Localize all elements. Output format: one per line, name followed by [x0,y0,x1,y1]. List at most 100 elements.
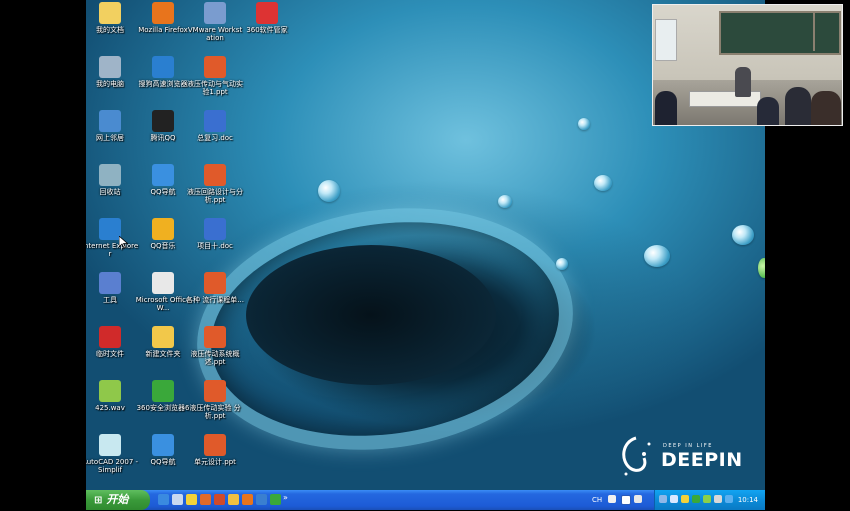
water-drop [498,195,512,208]
water-drop [758,258,765,278]
water-drop [556,258,568,270]
quick-launch-more-icon[interactable]: » [283,493,288,502]
desktop-icon[interactable]: 回收站 [86,164,139,196]
desktop-icon[interactable]: 液压传动实验 分析.ppt [186,380,244,420]
ie-quicklaunch-icon[interactable] [158,494,169,505]
desktop-icon-label: 回收站 [99,188,121,196]
my-documents-icon [99,2,121,24]
deepin-brand: DEEPIN [661,449,743,471]
tray-qq-icon[interactable] [681,495,689,503]
desktop-icon-label: 360软件管家 [246,26,288,34]
desktop-icon-label: Mozilla Firefox [138,26,188,34]
help-indicator-icon[interactable] [621,495,631,505]
desktop-icon-label: 我的电脑 [96,80,124,88]
desktop-icon[interactable]: Mozilla Firefox [134,2,192,34]
desktop-icon[interactable]: 单元设计.ppt [186,434,244,466]
sogou-browser-icon [152,56,174,78]
desktop-icon[interactable]: VMware Workstation [186,2,244,42]
blackboard-divider [813,13,815,51]
desktop-icon[interactable]: 液压传动与气动实验1.ppt [186,56,244,96]
desktop-icon[interactable]: 临时文件 [86,326,139,358]
clock[interactable]: 10:14 [738,490,758,510]
water-drop [318,180,340,202]
student-figure [811,91,841,125]
internet-explorer-icon [99,218,121,240]
classroom-window [655,19,677,61]
water-drop [578,118,590,130]
explorer-quicklaunch-icon[interactable] [228,494,239,505]
tray-check-icon[interactable] [703,495,711,503]
tray-shield-icon[interactable] [670,495,678,503]
desktop-icon[interactable]: 项目十.doc [186,218,244,250]
qq-nav-icon [152,164,174,186]
desktop-icon[interactable]: Microsoft Office W... [134,272,192,312]
wallpaper-splash-inner [246,245,496,385]
desktop-icon-label: 单元设计.ppt [194,458,236,466]
desktop-icon[interactable]: Internet Explorer [86,218,139,258]
firefox-quicklaunch-icon[interactable] [242,494,253,505]
desktop-icon[interactable]: 液压传动系统概述.ppt [186,326,244,366]
ms-office-icon [152,272,174,294]
tray-usb-icon[interactable] [725,495,733,503]
ime-option-icon[interactable] [634,495,642,503]
desktop-icon-label: 液压传动实验 分析.ppt [189,404,241,420]
desktop-icon-label: 项目十.doc [197,242,233,250]
desktop-icon[interactable]: 网上邻居 [86,110,139,142]
windows-flag-icon: ⊞ [94,495,103,506]
water-drop [644,245,670,267]
water-drop [594,175,612,191]
audio-file-icon [99,380,121,402]
ppt-file-icon [204,164,226,186]
desktop-icon-label: QQ导航 [150,458,176,466]
desktop-icon[interactable]: AutoCAD 2007 - Simplif [86,434,139,474]
sogou-quicklaunch-icon[interactable] [256,494,267,505]
desktop-icon[interactable]: 总复习.doc [186,110,244,142]
recycle-bin-icon [99,164,121,186]
my-computer-icon [99,56,121,78]
desktop-icon[interactable]: 腾讯QQ [134,110,192,142]
tray-360-icon[interactable] [692,495,700,503]
desktop-icon[interactable]: 我的文档 [86,2,139,34]
desktop-icon[interactable]: QQ音乐 [134,218,192,250]
desktop-icon[interactable]: QQ导航 [134,434,192,466]
language-indicator[interactable]: CH [592,490,602,510]
tray-volume-icon[interactable] [714,495,722,503]
firefox-icon [152,2,174,24]
360-software-icon [256,2,278,24]
desktop-icon[interactable]: 360软件管家 [238,2,296,34]
desktop-icon-label: Microsoft Office W... [135,296,191,312]
desktop-icon[interactable]: 液压回路设计与分析.ppt [186,164,244,204]
desktop-icon[interactable]: 工具 [86,272,139,304]
ppt-file-icon [204,380,226,402]
desktop-icon[interactable]: 我的电脑 [86,56,139,88]
desktop-icon-label: 总复习.doc [197,134,233,142]
water-drop [732,225,754,245]
desktop-icon-label: 网上邻居 [96,134,124,142]
student-figure [785,87,811,125]
desktop-icon-label: AutoCAD 2007 - Simplif [86,458,139,474]
desktop-icon[interactable]: QQ导航 [134,164,192,196]
vmware-icon [204,2,226,24]
desktop-icon[interactable]: 各种 流行课程单... [186,272,244,304]
desktop-icon[interactable]: 360安全浏览器6 [134,380,192,412]
mouse-pointer-icon [119,236,128,249]
desktop-icon[interactable]: 搜狗高速浏览器 [134,56,192,88]
desktop-icon-label: 腾讯QQ [150,134,176,142]
ppt-file-icon [204,56,226,78]
media-player-icon[interactable] [200,494,211,505]
qq-quicklaunch-icon[interactable] [186,494,197,505]
deepin-swirl-icon [622,436,651,476]
ppt-quicklaunch-icon[interactable] [214,494,225,505]
show-desktop-icon[interactable] [172,494,183,505]
start-button[interactable]: ⊞ 开始 [86,490,150,510]
desktop-icon[interactable]: 新建文件夹 [134,326,192,358]
desktop-icon-label: 液压回路设计与分析.ppt [187,188,243,204]
360-quicklaunch-icon[interactable] [270,494,281,505]
desktop-icon[interactable]: 425.wav [86,380,139,412]
desktop-icon-label: 各种 流行课程单... [186,296,244,304]
ime-indicator-icon[interactable] [608,495,616,503]
tray-network-icon[interactable] [659,495,667,503]
desktop-icon-label: 360安全浏览器6 [136,404,190,412]
tools-icon [99,272,121,294]
network-places-icon [99,110,121,132]
